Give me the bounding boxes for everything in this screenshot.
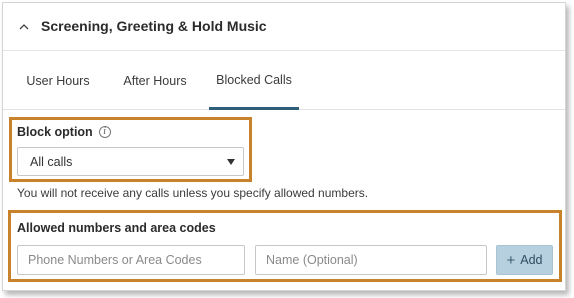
block-option-label: Block option i (17, 125, 111, 139)
chevron-up-icon[interactable] (19, 22, 29, 32)
allowed-numbers-label: Allowed numbers and area codes (17, 221, 216, 235)
plus-icon: + (506, 251, 516, 269)
block-option-selected-value: All calls (30, 154, 73, 169)
name-input[interactable] (255, 245, 487, 275)
caret-down-icon (227, 159, 235, 165)
tab-user-hours[interactable]: User Hours (13, 52, 103, 110)
tab-blocked-calls[interactable]: Blocked Calls (209, 52, 299, 110)
add-button-label: Add (520, 253, 543, 267)
add-button[interactable]: + Add (496, 245, 553, 275)
section-title: Screening, Greeting & Hold Music (41, 18, 267, 34)
block-option-select[interactable]: All calls (17, 147, 244, 176)
block-option-label-text: Block option (17, 125, 93, 139)
tab-bar: User Hours After Hours Blocked Calls (3, 52, 565, 110)
tab-after-hours[interactable]: After Hours (111, 52, 199, 110)
block-option-note: You will not receive any calls unless yo… (17, 186, 369, 200)
section-header[interactable]: Screening, Greeting & Hold Music (3, 3, 565, 51)
phone-numbers-input[interactable] (17, 245, 245, 275)
info-icon[interactable]: i (98, 126, 111, 138)
